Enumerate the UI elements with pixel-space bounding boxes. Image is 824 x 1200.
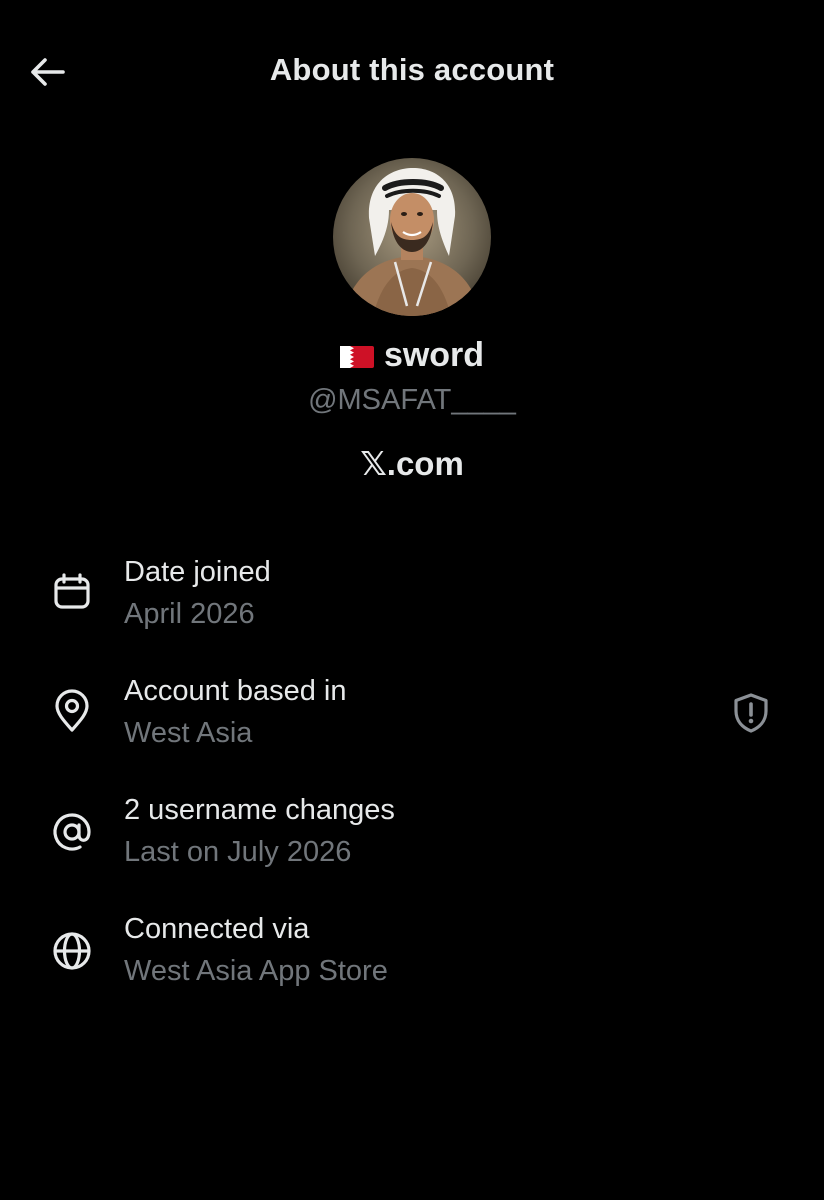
date-joined-label: Date joined bbox=[124, 556, 271, 588]
username-handle: @MSAFAT____ bbox=[308, 384, 516, 416]
avatar[interactable] bbox=[333, 158, 491, 316]
page-title: About this account bbox=[269, 52, 555, 87]
display-name-row: sword bbox=[0, 336, 824, 375]
connected-via-label: Connected via bbox=[124, 913, 310, 945]
connected-via-row: Connected via West Asia App Store bbox=[0, 913, 824, 1013]
connected-via-value: West Asia App Store bbox=[124, 955, 388, 987]
username-changes-value: Last on July 2026 bbox=[124, 836, 352, 868]
globe-icon bbox=[50, 929, 94, 973]
bahrain-flag-icon bbox=[339, 345, 374, 368]
at-sign-icon bbox=[50, 810, 94, 854]
date-joined-row: Date joined April 2026 bbox=[0, 556, 824, 656]
account-location-row: Account based in West Asia bbox=[0, 675, 824, 775]
location-info-button[interactable] bbox=[730, 691, 772, 735]
username-changes-label: 2 username changes bbox=[124, 794, 395, 826]
display-name: sword bbox=[383, 336, 485, 374]
location-pin-icon bbox=[50, 689, 94, 733]
avatar-image bbox=[333, 158, 491, 316]
date-joined-value: April 2026 bbox=[124, 598, 255, 630]
shield-alert-icon bbox=[734, 693, 768, 733]
account-location-value: West Asia bbox=[124, 717, 253, 749]
platform-label: 𝕏.com bbox=[360, 445, 464, 482]
top-bar: About this account bbox=[0, 0, 824, 144]
account-location-label: Account based in bbox=[124, 675, 347, 707]
username-changes-row: 2 username changes Last on July 2026 bbox=[0, 794, 824, 894]
calendar-icon bbox=[50, 570, 94, 614]
